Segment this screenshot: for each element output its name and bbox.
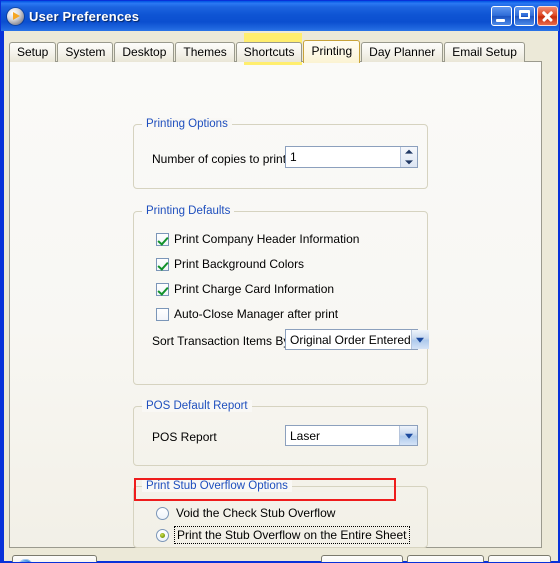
radio-label: Void the Check Stub Overflow xyxy=(176,506,336,520)
printing-defaults-group: Printing Defaults Print Company Header I… xyxy=(133,205,429,385)
window-title: User Preferences xyxy=(29,8,140,24)
apply-button-label: Apply xyxy=(504,560,534,563)
cancel-button[interactable]: Cancel xyxy=(407,555,484,563)
printing-tab-panel: Printing Options Number of copies to pri… xyxy=(9,61,542,548)
checkbox-icon-checked[interactable] xyxy=(156,282,169,296)
checkbox-icon-checked[interactable] xyxy=(156,232,169,246)
tab-strip: Setup System Desktop Themes Shortcuts Pr… xyxy=(9,40,526,63)
printing-defaults-group-title: Printing Defaults xyxy=(142,205,235,217)
pos-default-report-group: POS Default Report POS Report Laser xyxy=(133,400,428,466)
checkbox-print-background-colors[interactable]: Print Background Colors xyxy=(156,257,304,271)
minimize-icon[interactable] xyxy=(491,6,512,26)
print-stub-overflow-group-title: Print Stub Overflow Options xyxy=(142,480,292,492)
chevron-down-icon[interactable] xyxy=(399,426,417,445)
maximize-icon[interactable] xyxy=(514,6,535,26)
question-mark-icon: ? xyxy=(18,559,33,562)
tab-printing[interactable]: Printing xyxy=(303,40,361,63)
radio-icon-selected[interactable] xyxy=(156,528,169,542)
copies-label: Number of copies to print xyxy=(152,152,287,166)
apply-button[interactable]: Apply xyxy=(488,555,551,563)
checkbox-label: Print Company Header Information xyxy=(174,232,360,246)
tab-themes[interactable]: Themes xyxy=(175,42,235,62)
tab-system[interactable]: System xyxy=(57,42,114,62)
checkbox-label: Print Charge Card Information xyxy=(174,282,335,296)
help-button-label: F1 - Help xyxy=(38,560,87,563)
checkbox-label: Print Background Colors xyxy=(174,257,305,271)
radio-print-stub-overflow-entire-sheet[interactable]: Print the Stub Overflow on the Entire Sh… xyxy=(156,526,411,544)
tab-email-setup[interactable]: Email Setup xyxy=(444,42,525,62)
spinner-down-icon[interactable] xyxy=(401,157,417,167)
sort-transaction-dropdown[interactable]: Original Order Entered xyxy=(285,329,429,350)
checkbox-icon-checked[interactable] xyxy=(156,257,169,271)
radio-label: Print the Stub Overflow on the Entire Sh… xyxy=(174,526,411,544)
pos-report-dropdown[interactable]: Laser xyxy=(285,425,418,446)
help-button[interactable]: ? F1 - Help xyxy=(12,555,97,563)
cancel-button-label: Cancel xyxy=(427,560,464,563)
copies-stepper[interactable]: 1 xyxy=(285,146,418,168)
checkbox-print-company-header[interactable]: Print Company Header Information xyxy=(156,232,359,246)
dialog-body: Setup System Desktop Themes Shortcuts Pr… xyxy=(4,31,558,563)
pos-report-value: Laser xyxy=(290,428,321,443)
pos-default-report-group-title: POS Default Report xyxy=(142,400,252,412)
printing-options-group: Printing Options Number of copies to pri… xyxy=(133,118,428,189)
radio-void-check-stub-overflow[interactable]: Void the Check Stub Overflow xyxy=(156,505,338,521)
chevron-down-icon[interactable] xyxy=(410,330,429,349)
copies-value: 1 xyxy=(290,150,297,164)
checkbox-label: Auto-Close Manager after print xyxy=(174,307,339,321)
ok-button-label: OK xyxy=(353,560,370,563)
title-bar[interactable]: User Preferences xyxy=(1,1,559,31)
play-circle-icon xyxy=(7,7,24,25)
printing-options-group-title: Printing Options xyxy=(142,118,232,130)
checkbox-auto-close-manager[interactable]: Auto-Close Manager after print xyxy=(156,307,338,321)
radio-icon-unselected[interactable] xyxy=(156,506,169,520)
sort-transaction-label: Sort Transaction Items By xyxy=(152,334,290,348)
tab-setup[interactable]: Setup xyxy=(9,42,57,62)
close-icon[interactable] xyxy=(537,6,558,26)
tab-desktop[interactable]: Desktop xyxy=(114,42,175,62)
print-stub-overflow-group: Print Stub Overflow Options Void the Che… xyxy=(133,480,428,548)
checkbox-print-charge-card[interactable]: Print Charge Card Information xyxy=(156,282,334,296)
user-preferences-window: User Preferences Setup System Desktop Th… xyxy=(0,0,560,563)
checkbox-icon-unchecked[interactable] xyxy=(156,307,169,321)
ok-button[interactable]: OK xyxy=(321,555,403,563)
copies-spinner[interactable] xyxy=(400,147,417,167)
pos-report-label: POS Report xyxy=(152,430,217,444)
tab-shortcuts[interactable]: Shortcuts xyxy=(235,42,303,62)
sort-transaction-value: Original Order Entered xyxy=(290,332,411,347)
spinner-up-icon[interactable] xyxy=(401,147,417,157)
tab-day-planner[interactable]: Day Planner xyxy=(361,42,444,62)
